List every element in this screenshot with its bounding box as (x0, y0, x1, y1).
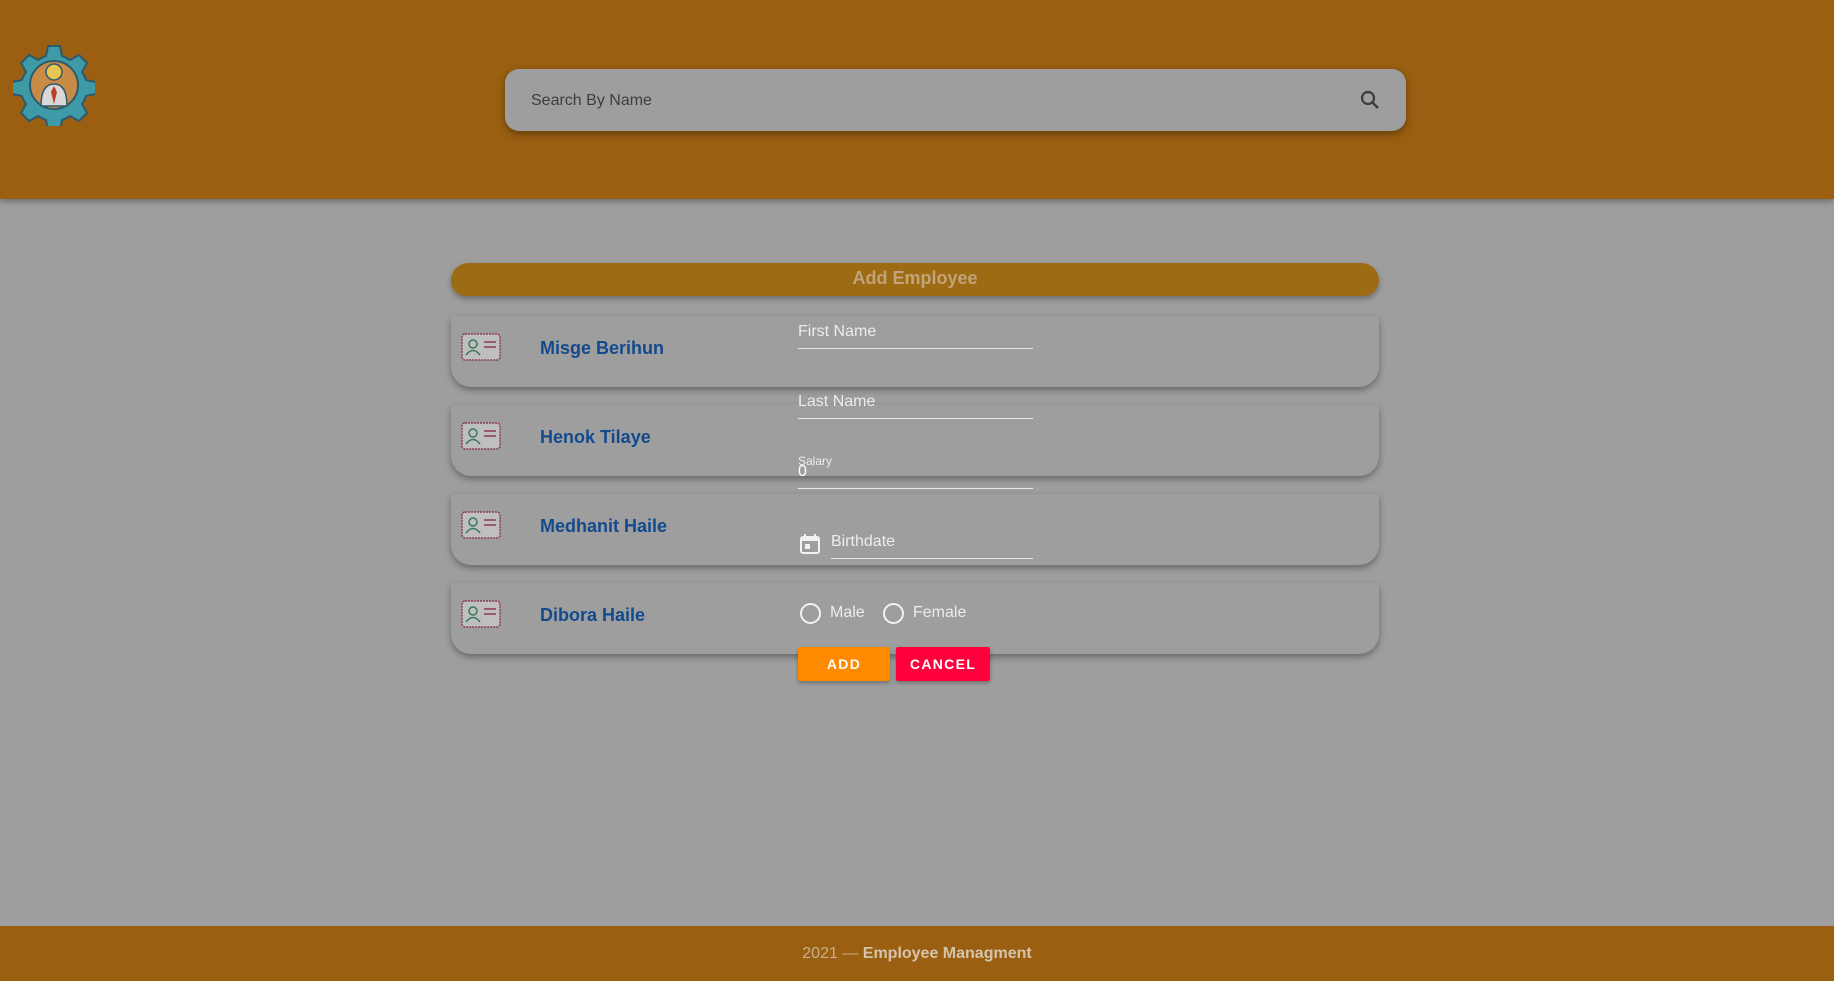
add-employee-bar[interactable]: Add Employee (451, 263, 1379, 296)
footer-separator: — (837, 945, 863, 962)
salary-value: 0 (798, 463, 807, 480)
first-name-label: First Name (798, 323, 877, 340)
employee-name: Misge Berihun (540, 338, 665, 358)
add-button[interactable]: ADD (798, 647, 890, 681)
id-card-icon (461, 333, 501, 361)
employee-name: Medhanit Haile (540, 516, 668, 536)
id-card-icon (461, 511, 501, 539)
id-card-icon (461, 422, 501, 450)
search-bar (505, 69, 1406, 133)
male-radio[interactable] (800, 603, 821, 624)
first-name-field[interactable]: First Name (798, 310, 1033, 349)
gear-person-logo[interactable] (13, 44, 95, 126)
female-radio[interactable] (883, 603, 904, 624)
employee-name: Henok Tilaye (540, 427, 651, 447)
calendar-icon[interactable] (798, 532, 822, 556)
last-name-label: Last Name (798, 393, 876, 410)
footer-app-name: Employee Managment (862, 945, 1032, 962)
app-header (0, 0, 1834, 199)
id-card-icon (461, 600, 501, 628)
footer-year: 2021 (802, 945, 838, 962)
app-footer: 2021 — Employee Managment (0, 926, 1834, 981)
cancel-button[interactable]: CANCEL (896, 647, 990, 681)
add-employee-label: Add Employee (852, 268, 978, 288)
female-label: Female (913, 604, 967, 621)
employee-name: Dibora Haile (540, 605, 646, 625)
search-icon[interactable] (1358, 88, 1382, 112)
search-input[interactable] (529, 69, 1333, 133)
last-name-field[interactable]: Last Name (798, 380, 1033, 419)
salary-field[interactable]: Salary (798, 450, 1033, 489)
male-label: Male (830, 604, 865, 621)
birthdate-label: Birthdate (831, 533, 896, 550)
birthdate-field[interactable]: Birthdate (831, 520, 1033, 559)
